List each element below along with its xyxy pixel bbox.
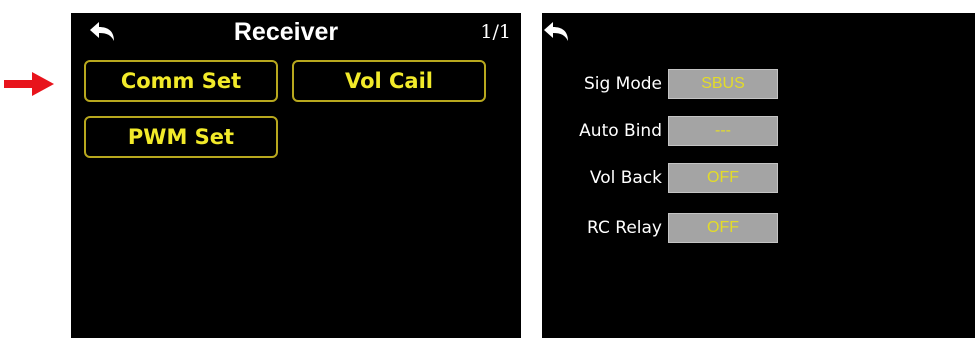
receiver-menu-screen: Receiver 1/1 Comm Set Vol Cail PWM Set xyxy=(71,13,521,338)
pwm-set-button[interactable]: PWM Set xyxy=(84,116,278,158)
setting-label: RC Relay xyxy=(587,218,662,238)
back-arrow-icon[interactable] xyxy=(542,21,570,43)
comm-settings-screen: Sig Mode SBUS Auto Bind --- Vol Back OFF… xyxy=(542,13,975,338)
comm-set-button[interactable]: Comm Set xyxy=(84,60,278,102)
back-arrow-icon[interactable] xyxy=(88,21,116,43)
rc-relay-value[interactable]: OFF xyxy=(668,213,778,243)
screen-title: Receiver xyxy=(233,18,339,46)
page: Receiver 1/1 Comm Set Vol Cail PWM Set S… xyxy=(0,0,975,338)
setting-row-sig-mode: Sig Mode SBUS xyxy=(542,69,975,99)
setting-label: Sig Mode xyxy=(583,74,662,94)
page-indicator: 1/1 xyxy=(480,21,511,43)
vol-back-value[interactable]: OFF xyxy=(668,163,778,193)
setting-row-rc-relay: RC Relay OFF xyxy=(542,213,975,243)
setting-row-vol-back: Vol Back OFF xyxy=(542,163,975,193)
setting-row-auto-bind: Auto Bind --- xyxy=(542,116,975,146)
red-arrow-right-icon xyxy=(4,72,54,96)
vol-cail-button[interactable]: Vol Cail xyxy=(292,60,486,102)
setting-label: Vol Back xyxy=(589,168,662,188)
setting-label: Auto Bind xyxy=(579,121,662,141)
sig-mode-value[interactable]: SBUS xyxy=(668,69,778,99)
auto-bind-value[interactable]: --- xyxy=(668,116,778,146)
